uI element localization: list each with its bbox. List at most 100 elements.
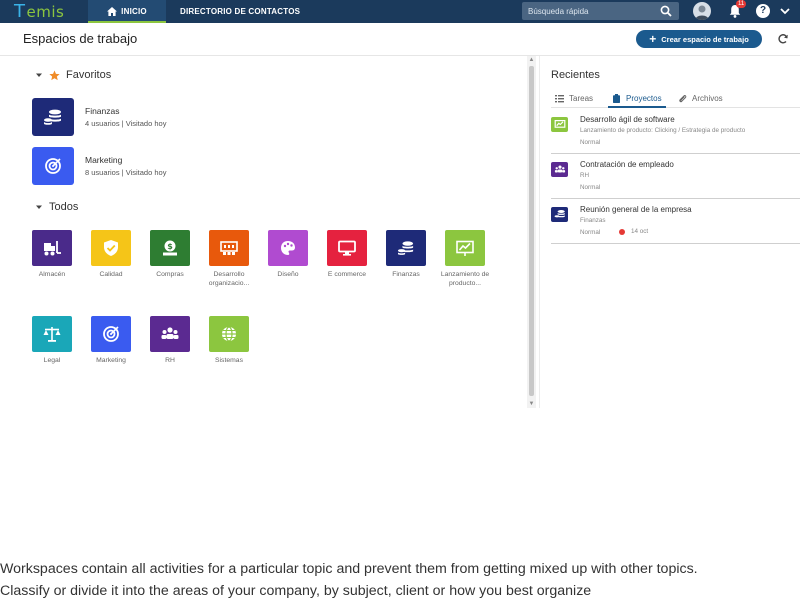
favorite-workspace-marketing[interactable]: Marketing 8 usuarios | Visitado hoy [32,147,232,185]
project-status: Normal [580,229,601,236]
tab-tareas[interactable]: Tareas [555,89,593,107]
forklift-icon [44,241,61,256]
palette-icon [281,241,295,255]
tab-proyectos[interactable]: Proyectos [608,89,666,108]
home-icon [107,7,118,16]
workspace-almacen[interactable]: Almacén [22,230,82,280]
coins-icon [44,109,61,125]
project-subtitle: RH [580,172,590,179]
scroll-up-arrow-icon[interactable]: ▲ [527,56,536,64]
workspace-label: E commerce [327,271,367,278]
recent-project-item[interactable]: Reunión general de la empresa Finanzas N… [551,200,800,244]
all-title: Todos [49,201,79,213]
people-icon [161,327,179,339]
nav-tab-inicio[interactable]: INICIO [88,0,166,23]
workspace-label: Diseño [277,271,299,278]
workspace-name: Finanzas [85,106,120,116]
project-icon [551,207,568,222]
chevron-down-icon[interactable] [779,5,791,17]
nav-tab-label: INICIO [121,7,147,16]
create-workspace-label: Crear espacio de trabajo [661,34,749,44]
workspace-e-commerce[interactable]: E commerce [317,230,377,280]
project-subtitle: Lanzamiento de producto: Clicking / Estr… [580,127,746,134]
panel-divider [539,56,540,408]
workspaces-scrollbar[interactable]: ▲ ▼ [527,56,536,408]
coins-icon [554,210,565,218]
workspace-label: Finanzas [392,271,420,278]
list-icon [555,94,564,102]
workspace-diseno[interactable]: Diseño [258,230,318,280]
workspace-desarrollo-organizacional[interactable]: Desarrollo organizacio... [199,230,259,288]
clipboard-icon [613,93,620,103]
workspace-tile [91,230,131,266]
project-due-date: 14 oct [619,228,648,235]
workspace-label: RH [165,357,175,364]
help-icon[interactable]: ? [756,4,770,18]
project-status: Normal [580,184,601,191]
workspace-tile [327,230,367,266]
workspace-rh[interactable]: RH [140,316,200,366]
favorites-section-header[interactable]: Favoritos [35,69,111,81]
workspace-label: Lanzamiento de producto... [440,271,490,287]
project-title: Desarrollo ágil de software [580,115,675,124]
project-date-text: 14 oct [631,228,649,235]
refresh-icon[interactable] [777,33,789,45]
recent-project-item[interactable]: Desarrollo ágil de software Lanzamiento … [551,110,800,154]
tab-archivos[interactable]: Archivos [678,89,723,107]
recent-tabs: Tareas Proyectos Archivos [551,89,800,108]
user-avatar[interactable] [693,2,711,20]
workspace-label: Almacén [38,271,66,278]
workspace-tile: $ [150,230,190,266]
workspace-marketing[interactable]: Marketing [81,316,141,366]
workspace-compras[interactable]: $ Compras [140,230,200,280]
app-logo[interactable]: Temis [14,1,64,22]
overdue-dot-icon [619,228,625,235]
workspace-tile [32,147,74,185]
favorite-workspace-finanzas[interactable]: Finanzas 4 usuarios | Visitado hoy [32,98,232,136]
scroll-down-arrow-icon[interactable]: ▼ [527,400,536,408]
workspace-name: Marketing [85,155,123,165]
scale-icon [43,327,61,342]
project-title: Contratación de empleado [580,160,674,169]
notifications-count-badge: 11 [736,0,747,8]
workspace-legal[interactable]: Legal [22,316,82,366]
workspace-label: Calidad [99,271,123,278]
create-workspace-button[interactable]: + Crear espacio de trabajo [636,30,762,48]
workspace-tile [445,230,485,266]
workspace-label: Compras [156,271,184,278]
tab-label: Archivos [692,93,723,103]
workspace-calidad[interactable]: Calidad [81,230,141,280]
all-section-header[interactable]: Todos [35,201,78,213]
caret-down-icon [36,205,42,209]
scroll-thumb[interactable] [529,66,534,396]
top-navigation-bar: Temis INICIO DIRECTORIO DE CONTACTOS 11 … [0,0,800,23]
coins-icon [398,241,414,255]
workspace-lanzamiento-de-producto[interactable]: Lanzamiento de producto... [435,230,495,288]
workspace-label: Desarrollo organizacio... [208,271,250,287]
caption-text: Workspaces contain all activities for a … [0,558,800,602]
logo-letter: T [14,1,26,22]
workspace-label: Sistemas [215,357,243,364]
workspace-tile [209,230,249,266]
workspace-meta: 4 usuarios | Visitado hoy [85,119,167,128]
monitor-icon [338,240,356,256]
nav-tab-directorio[interactable]: DIRECTORIO DE CONTACTOS [180,0,300,23]
workspace-tile [209,316,249,352]
svg-text:$: $ [167,242,173,251]
tab-label: Tareas [569,93,594,103]
search-icon[interactable] [660,5,672,17]
money-icon: $ [163,240,177,256]
people-icon [554,165,565,173]
caret-down-icon [36,73,42,77]
caption-line-2: Classify or divide it into the areas of … [0,583,592,599]
recent-project-item[interactable]: Contratación de empleado RH Normal [551,155,800,199]
workspace-sistemas[interactable]: Sistemas [199,316,259,366]
tab-label: Proyectos [626,93,662,103]
nav-tab-label: DIRECTORIO DE CONTACTOS [180,7,301,16]
workspace-meta: 8 usuarios | Visitado hoy [85,168,167,177]
workspace-label: Legal [43,357,61,364]
target-icon [45,158,61,174]
search-input[interactable] [522,3,658,19]
globe-icon [222,326,236,342]
workspace-finanzas[interactable]: Finanzas [376,230,436,280]
